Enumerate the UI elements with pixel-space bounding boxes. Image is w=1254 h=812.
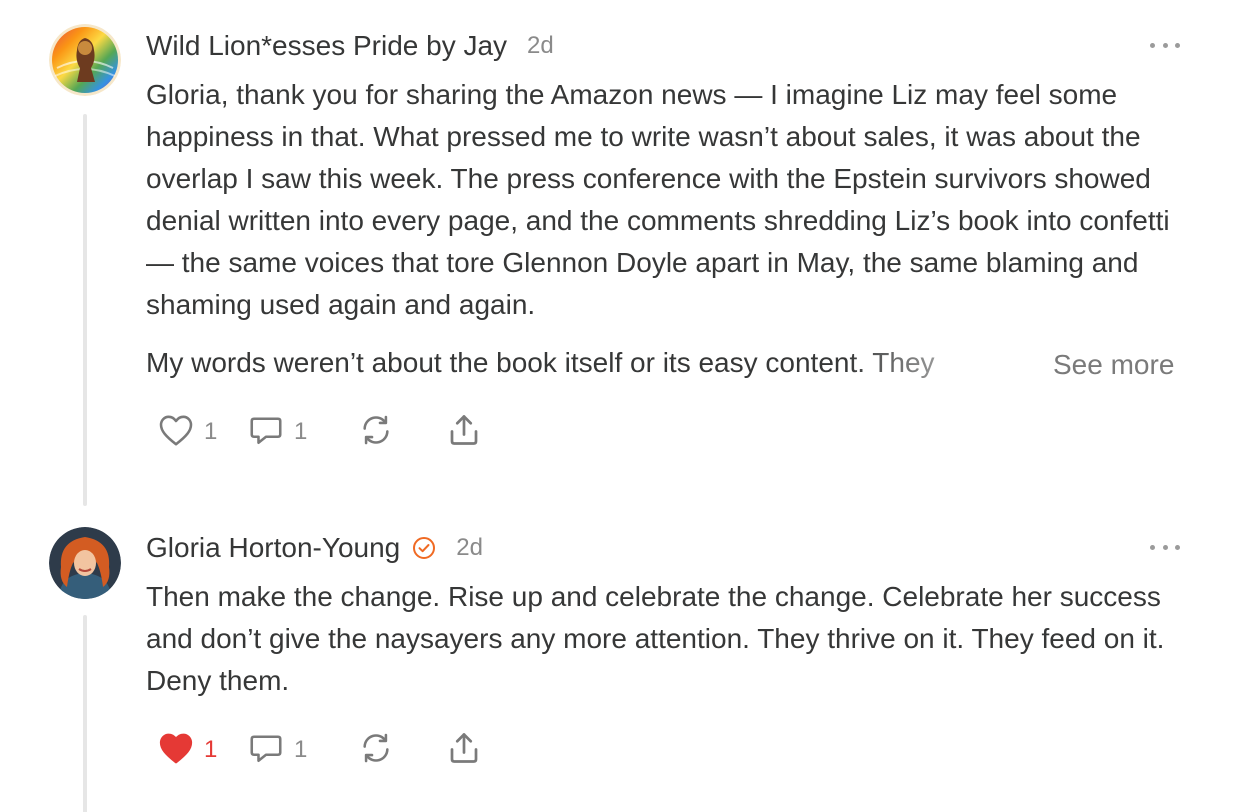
thread-line (83, 114, 87, 506)
comment-header: Gloria Horton-Young 2d (146, 531, 483, 565)
thread-line (83, 615, 87, 812)
comment-actions: 1 1 (158, 412, 482, 452)
timestamp[interactable]: 2d (527, 32, 554, 60)
comment-thread: Wild Lion*esses Pride by Jay 2d Gloria, … (0, 0, 1254, 812)
share-icon (446, 412, 482, 453)
comment: Gloria Horton-Young 2d Then make the cha… (0, 505, 1254, 812)
like-button[interactable]: 1 (158, 731, 248, 770)
reply-count: 1 (294, 736, 308, 763)
verified-badge-icon (412, 536, 436, 560)
restack-button[interactable] (358, 731, 446, 770)
author-name[interactable]: Wild Lion*esses Pride by Jay (146, 30, 507, 62)
avatar[interactable] (49, 527, 121, 599)
comment: Wild Lion*esses Pride by Jay 2d Gloria, … (0, 0, 1254, 506)
comment-icon (248, 731, 284, 770)
timestamp[interactable]: 2d (456, 534, 483, 562)
comment-actions: 1 1 (158, 730, 482, 770)
reply-button[interactable]: 1 (248, 731, 358, 770)
like-button[interactable]: 1 (158, 413, 248, 452)
restack-button[interactable] (358, 413, 446, 452)
reply-count: 1 (294, 418, 308, 445)
heart-filled-icon (158, 731, 194, 770)
comment-body: Then make the change. Rise up and celebr… (146, 576, 1196, 702)
heart-icon (158, 413, 194, 452)
restack-icon (358, 413, 394, 452)
comment-body: Gloria, thank you for sharing the Amazon… (146, 74, 1196, 384)
share-icon (446, 730, 482, 771)
reply-button[interactable]: 1 (248, 413, 358, 452)
restack-icon (358, 731, 394, 770)
share-button[interactable] (446, 412, 482, 453)
comment-paragraph: Gloria, thank you for sharing the Amazon… (146, 79, 1170, 320)
more-icon[interactable] (1150, 40, 1180, 50)
text-fade (846, 342, 1066, 384)
comment-paragraph-text: My words weren’t about the book itself o… (146, 347, 935, 378)
comment-paragraph: Then make the change. Rise up and celebr… (146, 581, 1165, 696)
share-button[interactable] (446, 730, 482, 771)
more-icon[interactable] (1150, 542, 1180, 552)
avatar[interactable] (49, 24, 121, 96)
like-count: 1 (204, 736, 218, 763)
comment-header: Wild Lion*esses Pride by Jay 2d (146, 29, 554, 63)
see-more-button[interactable]: See more (1053, 344, 1174, 386)
comment-icon (248, 413, 284, 452)
author-name[interactable]: Gloria Horton-Young (146, 532, 400, 564)
like-count: 1 (204, 418, 218, 445)
comment-paragraph: My words weren’t about the book itself o… (146, 342, 1186, 384)
